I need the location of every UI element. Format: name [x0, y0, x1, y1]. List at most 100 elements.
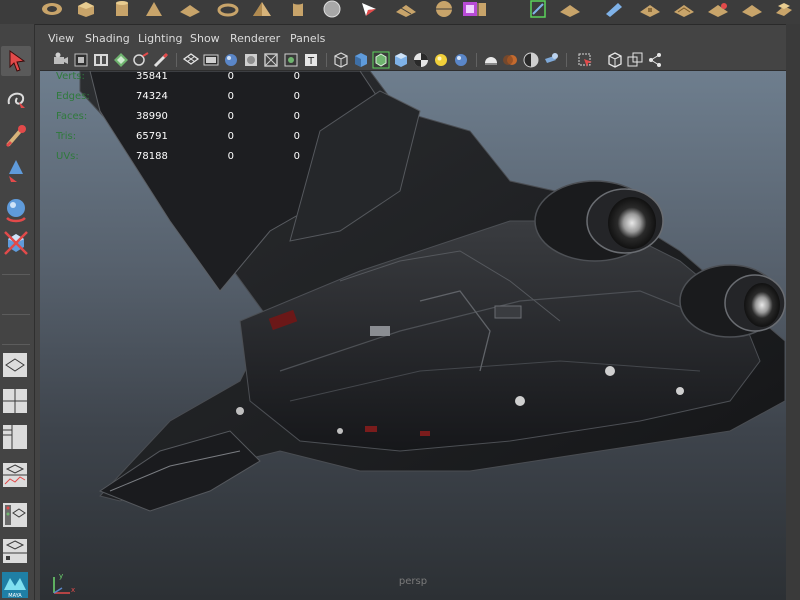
- paint-tool-icon[interactable]: [1, 122, 31, 152]
- outliner-pane-icon[interactable]: [0, 460, 30, 490]
- arrow-icon[interactable]: [356, 0, 384, 18]
- motion-blur-icon[interactable]: [502, 51, 520, 69]
- hud-selected: 0: [227, 151, 234, 162]
- shadows-icon[interactable]: [452, 51, 470, 69]
- menu-lighting[interactable]: Lighting: [138, 32, 182, 45]
- hud-components: 0: [293, 71, 300, 82]
- display-icon[interactable]: [456, 0, 484, 18]
- uv-icon[interactable]: [524, 0, 552, 18]
- hud-value: 78188: [136, 151, 168, 162]
- toolbar-divider: [566, 53, 567, 67]
- cone-icon[interactable]: [140, 0, 168, 18]
- menu-shading[interactable]: Shading: [85, 32, 130, 45]
- textured-icon[interactable]: [392, 51, 410, 69]
- grid-icon[interactable]: [182, 51, 200, 69]
- poly-plane-icon[interactable]: [556, 0, 584, 18]
- hud-label: Tris:: [56, 131, 77, 142]
- menu-view[interactable]: View: [48, 32, 74, 45]
- move-tool-icon[interactable]: [1, 156, 31, 186]
- hud-selected: 0: [227, 111, 234, 122]
- edit-mesh-icon[interactable]: [392, 0, 420, 18]
- two-d-pan-icon[interactable]: [112, 51, 130, 69]
- panel-menubar: View Shading Lighting Show Renderer Pane…: [40, 29, 786, 50]
- wireframe-on-shaded-icon[interactable]: [372, 51, 390, 69]
- hud-label: Faces:: [56, 111, 88, 122]
- poly-bevel-icon[interactable]: [670, 0, 698, 18]
- poly-bridge-icon[interactable]: [704, 0, 732, 18]
- film-gate-icon[interactable]: [202, 51, 220, 69]
- xray-joints-icon[interactable]: [626, 51, 644, 69]
- hypershade-pane-icon[interactable]: [0, 536, 30, 566]
- field-chart-icon[interactable]: [262, 51, 280, 69]
- hud-row: Verts: 35841 0 0: [40, 71, 320, 91]
- graph-pane-icon[interactable]: [0, 500, 30, 530]
- cube-icon[interactable]: [72, 0, 100, 18]
- poly-extrude-icon[interactable]: [636, 0, 664, 18]
- hud-label: UVs:: [56, 151, 79, 162]
- maya-logo: MAYA: [0, 570, 30, 600]
- isolate-select-icon[interactable]: [576, 51, 594, 69]
- toolbox-divider: [2, 344, 30, 345]
- toolbar-divider: [476, 53, 477, 67]
- pipe-icon[interactable]: [284, 0, 312, 18]
- hud-components: 0: [293, 111, 300, 122]
- safe-action-icon[interactable]: [282, 51, 300, 69]
- sphere-icon[interactable]: [430, 0, 458, 18]
- single-pane-icon[interactable]: [0, 350, 30, 380]
- right-edge-panel: [786, 24, 800, 600]
- xray-icon[interactable]: [606, 51, 624, 69]
- hud-value: 35841: [136, 71, 168, 82]
- four-pane-icon[interactable]: [0, 386, 30, 416]
- ring-icon[interactable]: [38, 0, 66, 18]
- scale-tool-icon[interactable]: [1, 228, 31, 258]
- select-tool-icon[interactable]: [1, 46, 31, 76]
- hud-components: 0: [293, 131, 300, 142]
- lasso-tool-icon[interactable]: [1, 84, 31, 114]
- toolbox-divider: [2, 274, 30, 275]
- anti-alias-icon[interactable]: [522, 51, 540, 69]
- two-pane-side-icon[interactable]: [0, 422, 30, 452]
- viewport-persp[interactable]: Verts: 35841 0 0 Edges: 74324 0 0 Faces:…: [40, 71, 786, 600]
- gate-mask-icon[interactable]: [242, 51, 260, 69]
- toolbar-divider: [326, 53, 327, 67]
- checker-icon[interactable]: [412, 51, 430, 69]
- resolution-gate-icon[interactable]: [222, 51, 240, 69]
- hud-row: Tris: 65791 0 0: [40, 131, 320, 151]
- poly-split-icon[interactable]: [770, 0, 798, 18]
- poly-sphere-icon[interactable]: [318, 0, 346, 18]
- torus-icon[interactable]: [214, 0, 242, 18]
- toolbar-divider: [176, 53, 177, 67]
- rotate-tool-icon[interactable]: [1, 194, 31, 224]
- toolbox: MAYA: [0, 24, 35, 600]
- hud-row: UVs: 78188 0 0: [40, 151, 320, 171]
- hud-label: Verts:: [56, 71, 85, 82]
- wireframe-icon[interactable]: [332, 51, 350, 69]
- menu-show[interactable]: Show: [190, 32, 220, 45]
- plane-icon[interactable]: [176, 0, 204, 18]
- hud-value: 38990: [136, 111, 168, 122]
- poly-cut-icon[interactable]: [600, 0, 628, 18]
- svg-text:T: T: [307, 56, 315, 67]
- hud-selected: 0: [227, 91, 234, 102]
- xray-active-icon[interactable]: [646, 51, 664, 69]
- hud-row: Faces: 38990 0 0: [40, 111, 320, 131]
- camera-attr-icon[interactable]: [52, 51, 70, 69]
- svg-text:MAYA: MAYA: [8, 593, 22, 599]
- pencil-icon[interactable]: [152, 51, 170, 69]
- menu-renderer[interactable]: Renderer: [230, 32, 280, 45]
- depth-of-field-icon[interactable]: [542, 51, 560, 69]
- grease-pencil-icon[interactable]: [132, 51, 150, 69]
- cylinder-icon[interactable]: [108, 0, 136, 18]
- bookmark-icon[interactable]: [72, 51, 90, 69]
- smooth-shade-icon[interactable]: [352, 51, 370, 69]
- shelf: [0, 0, 800, 25]
- pyramid-icon[interactable]: [248, 0, 276, 18]
- menu-panels[interactable]: Panels: [290, 32, 325, 45]
- poly-merge-icon[interactable]: [738, 0, 766, 18]
- text-tool-icon[interactable]: T: [302, 51, 320, 69]
- axis-x-label: x: [71, 586, 75, 594]
- light-icon[interactable]: [432, 51, 450, 69]
- hud-components: 0: [293, 151, 300, 162]
- ambient-occlusion-icon[interactable]: [482, 51, 500, 69]
- image-plane-icon[interactable]: [92, 51, 110, 69]
